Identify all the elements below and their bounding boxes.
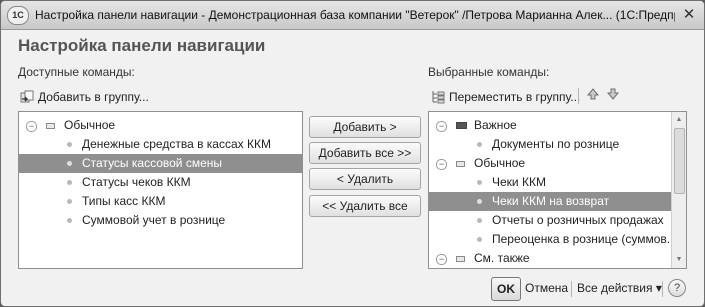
list-item[interactable]: Отчеты о розничных продажах [429,211,671,230]
cancel-button[interactable]: Отмена [525,277,568,299]
group-label: Обычное [474,156,526,170]
close-button[interactable]: ✕ [681,7,697,23]
list-item-label: Типы касс ККМ [82,194,166,208]
tree-group-row[interactable]: − Обычное [19,116,302,135]
list-item[interactable]: Суммовой учет в рознице [19,211,302,230]
scroll-down-icon[interactable]: ▼ [674,255,684,265]
command-bullet-icon [477,180,482,185]
remove-button[interactable]: < Удалить [309,168,421,190]
tree-group-row[interactable]: − См. также [429,249,671,268]
selected-list-scrollbar[interactable]: ▲ ▼ [671,112,686,268]
all-actions-label: Все действия [577,281,653,295]
list-item[interactable]: Документы по рознице [429,135,671,154]
command-bullet-icon [477,218,482,223]
add-to-group-label: Добавить в группу... [38,90,149,104]
group-label: Важное [474,118,517,132]
scrollbar-thumb[interactable] [674,128,685,194]
move-up-button[interactable] [585,87,601,105]
group-icon [456,161,465,167]
list-item[interactable]: Статусы кассовой смены [19,154,302,173]
group-icon [46,123,55,129]
collapse-toggle-icon[interactable]: − [436,254,447,265]
page-title: Настройка панели навигации [18,36,266,55]
toolbar-divider [578,88,579,104]
list-item[interactable]: Чеки ККМ [429,173,671,192]
collapse-toggle-icon[interactable]: − [436,159,447,170]
add-all-button[interactable]: Добавить все >> [309,142,421,164]
command-bullet-icon [477,142,482,147]
command-bullet-icon [67,142,72,147]
command-bullet-icon [67,218,72,223]
title-bar: 1С Настройка панели навигации - Демонстр… [1,1,704,30]
list-item-label: Переоценка в рознице (суммов... [492,232,677,246]
group-icon [456,256,465,262]
list-item[interactable]: Статусы чеков ККМ [19,173,302,192]
list-item[interactable]: Типы касс ККМ [19,192,302,211]
collapse-toggle-icon[interactable]: − [26,121,37,132]
list-item-label: Чеки ККМ [492,175,546,189]
add-to-group-icon [20,90,34,104]
command-bullet-icon [477,237,482,242]
list-item-label: Статусы чеков ККМ [82,175,191,189]
command-bullet-icon [477,199,482,204]
footer-divider [662,281,663,297]
collapse-toggle-icon[interactable]: − [436,121,447,132]
dialog-footer: OK Отмена Все действия ▾ ? [1,273,704,306]
selected-commands-label: Выбранные команды: [428,65,550,79]
scroll-up-icon[interactable]: ▲ [674,115,684,125]
tree-group-row[interactable]: − Важное [429,116,671,135]
all-actions-button[interactable]: Все действия ▾ [577,277,662,299]
move-to-group-icon [431,90,445,104]
selected-commands-list[interactable]: − Важное Документы по рознице − Обычное Чеки … [428,111,687,269]
list-item-label: Документы по рознице [492,137,620,151]
list-item-label: Статусы кассовой смены [82,156,223,170]
command-bullet-icon [67,199,72,204]
list-item-label: Суммовой учет в рознице [82,213,226,227]
arrow-up-icon [586,88,600,100]
help-button[interactable]: ? [668,279,686,297]
group-label: Обычное [64,118,116,132]
group-label: См. также [474,251,530,265]
add-button[interactable]: Добавить > [309,116,421,138]
tree-group-row[interactable]: − Обычное [429,154,671,173]
footer-divider [571,281,572,297]
dialog-window: 1С Настройка панели навигации - Демонстр… [0,0,705,307]
group-icon [456,122,467,129]
list-item[interactable]: Денежные средства в кассах ККМ [19,135,302,154]
list-item[interactable]: Чеки ККМ на возврат [429,192,671,211]
list-item-label: Денежные средства в кассах ККМ [82,137,271,151]
move-to-group-button[interactable]: Переместить в группу... [431,88,580,106]
move-down-button[interactable] [605,87,621,105]
list-item-label: Чеки ККМ на возврат [492,194,610,208]
ok-button[interactable]: OK [491,277,521,301]
move-to-group-label: Переместить в группу... [449,90,581,104]
command-bullet-icon [67,161,72,166]
available-commands-label: Доступные команды: [18,65,135,79]
add-to-group-button[interactable]: Добавить в группу... [20,88,149,106]
chevron-down-icon: ▾ [655,281,662,295]
app-logo-icon: 1С [7,6,29,25]
remove-all-button[interactable]: << Удалить все [309,195,421,217]
window-title: Настройка панели навигации - Демонстраци… [35,8,675,22]
list-item-label: Отчеты о розничных продажах [492,213,664,227]
available-commands-list[interactable]: − Обычное Денежные средства в кассах ККМ Ст… [18,111,303,269]
arrow-down-icon [606,88,620,100]
command-bullet-icon [67,180,72,185]
list-item[interactable]: Переоценка в рознице (суммов... [429,230,677,249]
